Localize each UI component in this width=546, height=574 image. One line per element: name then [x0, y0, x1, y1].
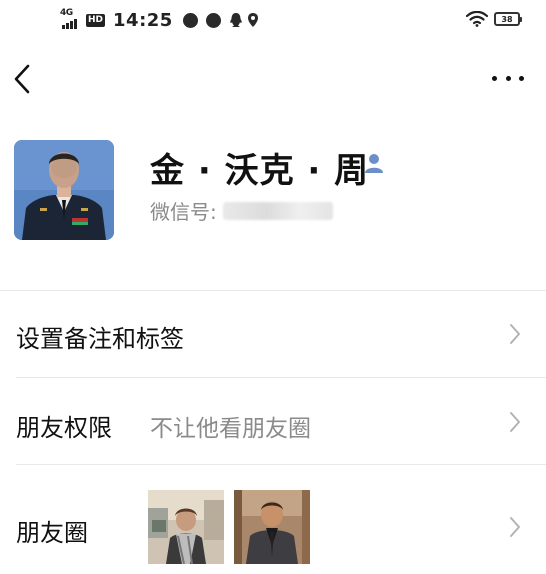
- notification-compass-icon: [205, 12, 221, 28]
- notification-location-icon: [247, 13, 258, 27]
- profile-name: 金 · 沃克 · 周: [150, 151, 370, 191]
- chevron-right-icon: [510, 324, 520, 344]
- moments-label: 朋友圈: [16, 519, 88, 547]
- friend-permission-label: 朋友权限: [16, 414, 112, 442]
- battery-icon: 38: [494, 12, 522, 26]
- chevron-right-icon: [510, 517, 520, 537]
- status-bar-right: 38: [466, 11, 522, 27]
- wifi-icon: [466, 11, 488, 27]
- more-options-button[interactable]: [492, 70, 524, 86]
- friend-permission-value: 不让他看朋友圈: [150, 416, 311, 442]
- hd-badge: HD: [86, 13, 106, 27]
- moments-photo-1: [148, 490, 224, 564]
- network-type: 4G: [60, 8, 73, 18]
- cellular-signal-icon: 4G: [60, 8, 82, 30]
- contact-person-icon: [365, 154, 383, 173]
- notification-app-icon: [182, 12, 198, 28]
- chevron-left-icon: [14, 64, 30, 94]
- wechat-id-label: 微信号:: [150, 200, 217, 224]
- status-bar-left: 4G HD 14:25: [60, 8, 259, 32]
- moments-thumbnail[interactable]: [148, 490, 224, 564]
- wechat-id-row: 微信号:: [150, 196, 333, 225]
- status-time: 14:25: [113, 9, 173, 31]
- notification-qq-icon: [230, 13, 242, 27]
- moments-photo-2: [234, 490, 310, 564]
- friend-permission-row[interactable]: 朋友权限 不让他看朋友圈: [0, 378, 546, 464]
- wechat-id-value-blurred: [222, 201, 333, 220]
- back-button[interactable]: [10, 62, 38, 96]
- remark-tags-label: 设置备注和标签: [16, 325, 184, 353]
- remark-tags-row[interactable]: 设置备注和标签: [0, 291, 546, 377]
- chevron-right-icon: [510, 412, 520, 432]
- avatar-portrait: [14, 140, 114, 240]
- more-dots-icon: [492, 75, 497, 81]
- status-bar: 4G HD 14:25 38: [0, 0, 546, 40]
- battery-level: 38: [501, 14, 513, 24]
- moments-thumbnail[interactable]: [234, 490, 310, 564]
- avatar[interactable]: [14, 140, 114, 240]
